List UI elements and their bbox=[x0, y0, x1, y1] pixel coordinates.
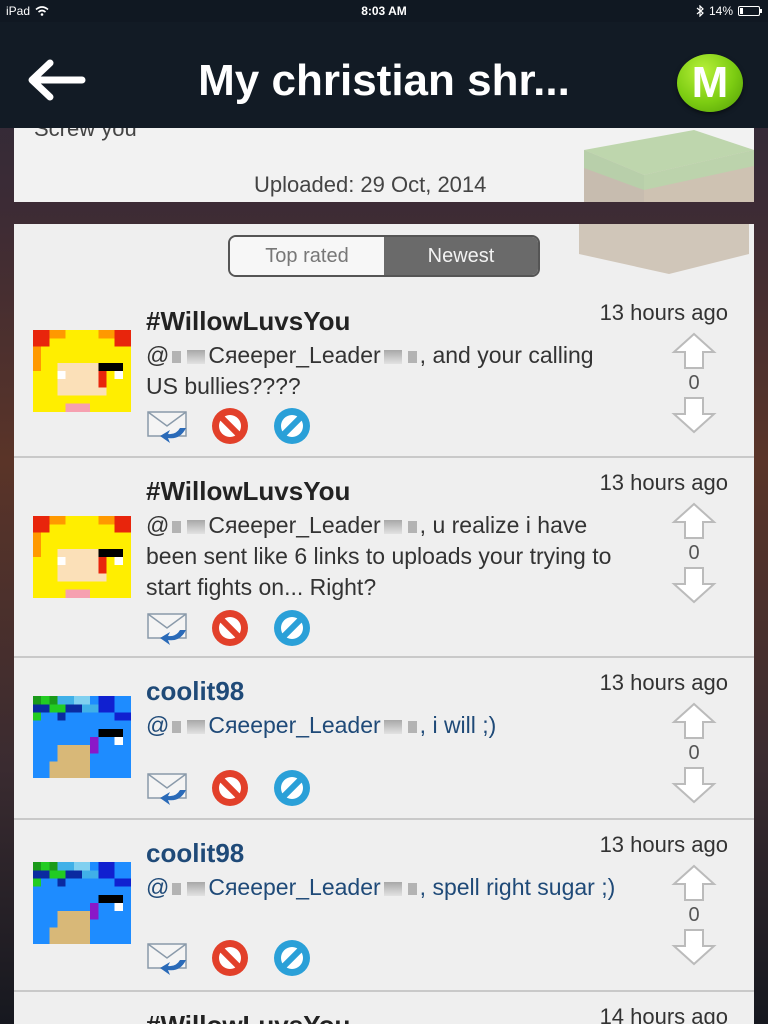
block-icon[interactable] bbox=[208, 768, 252, 808]
reply-envelope-icon[interactable] bbox=[146, 608, 190, 648]
nav-bar: My christian shr... M bbox=[0, 22, 768, 128]
decorative-symbol bbox=[383, 719, 402, 734]
back-arrow-icon bbox=[28, 59, 86, 101]
comment-actions bbox=[146, 406, 314, 446]
block-icon[interactable] bbox=[208, 938, 252, 978]
decorative-symbol bbox=[383, 881, 402, 896]
avatar[interactable] bbox=[33, 860, 131, 946]
comment-time: 13 hours ago bbox=[599, 670, 728, 695]
upload-description: Screw you bbox=[34, 128, 137, 141]
decorative-symbol bbox=[172, 882, 182, 895]
comment-time: 13 hours ago bbox=[599, 832, 728, 857]
downvote-arrow-icon[interactable] bbox=[670, 566, 718, 604]
report-icon[interactable] bbox=[270, 406, 314, 446]
comment-username[interactable]: #WillowLuvsYou bbox=[146, 476, 350, 507]
downvote-arrow-icon[interactable] bbox=[670, 766, 718, 804]
decorative-symbol bbox=[407, 520, 417, 533]
grass-block-image bbox=[584, 130, 754, 202]
comment-actions bbox=[146, 608, 314, 648]
battery-percent: 14% bbox=[708, 4, 733, 18]
decorative-symbol bbox=[187, 881, 206, 896]
comment-time: 13 hours ago bbox=[599, 470, 728, 495]
comment-item: coolit98 13 hours ago @ Cяeeper_Leader, s… bbox=[14, 820, 754, 992]
reply-envelope-icon[interactable] bbox=[146, 938, 190, 978]
status-bar: iPad 8:03 AM 14% bbox=[0, 0, 768, 22]
report-icon[interactable] bbox=[270, 768, 314, 808]
decorative-symbol bbox=[407, 882, 417, 895]
comment-item: #WillowLuvsYou 13 hours ago @ Cяeeper_Lea… bbox=[14, 458, 754, 658]
comment-actions bbox=[146, 768, 314, 808]
mention-name[interactable]: Cяeeper_Leader bbox=[208, 874, 380, 900]
upload-info-card: Screw you Uploaded: 29 Oct, 2014 bbox=[14, 128, 754, 202]
comment-item: #WillowLuvsYou 14 hours ago bbox=[14, 992, 754, 1024]
comment-text: @ Cяeeper_Leader, u realize i have been s… bbox=[146, 512, 612, 600]
comment-text: @ Cяeeper_Leader, i will ;) bbox=[146, 712, 497, 738]
comment-message: , spell right sugar ;) bbox=[419, 874, 616, 900]
comment-username[interactable]: coolit98 bbox=[146, 838, 244, 869]
avatar[interactable] bbox=[33, 694, 131, 780]
mention-name[interactable]: Cяeeper_Leader bbox=[208, 512, 380, 538]
comment-time: 13 hours ago bbox=[599, 300, 728, 325]
decorative-symbol bbox=[407, 350, 417, 363]
tab-top-rated[interactable]: Top rated bbox=[230, 237, 384, 275]
reply-envelope-icon[interactable] bbox=[146, 406, 190, 446]
avatar[interactable] bbox=[33, 328, 131, 414]
downvote-arrow-icon[interactable] bbox=[670, 928, 718, 966]
decorative-symbol bbox=[187, 719, 206, 734]
bluetooth-icon bbox=[696, 5, 704, 17]
tab-newest[interactable]: Newest bbox=[384, 237, 538, 275]
report-icon[interactable] bbox=[270, 938, 314, 978]
reply-envelope-icon[interactable] bbox=[146, 768, 190, 808]
comments-panel: Top rated Newest #WillowLuvsYou 13 hours… bbox=[14, 224, 754, 1024]
upvote-arrow-icon[interactable] bbox=[670, 502, 718, 540]
comment-username[interactable]: coolit98 bbox=[146, 676, 244, 707]
decorative-symbol bbox=[407, 720, 417, 733]
downvote-arrow-icon[interactable] bbox=[670, 396, 718, 434]
vote-count: 0 bbox=[688, 742, 700, 764]
comment-time: 14 hours ago bbox=[599, 1004, 728, 1024]
grass-block-shadow-image bbox=[579, 224, 749, 274]
comment-message: , i will ;) bbox=[419, 712, 497, 738]
decorative-symbol bbox=[172, 350, 182, 363]
comment-username[interactable]: #WillowLuvsYou bbox=[146, 306, 350, 337]
vote-count: 0 bbox=[688, 542, 700, 564]
comment-item: coolit98 13 hours ago @ Cяeeper_Leader, i… bbox=[14, 658, 754, 820]
vote-count: 0 bbox=[688, 372, 700, 394]
comment-item: #WillowLuvsYou 13 hours ago @ Cяeeper_Lea… bbox=[14, 288, 754, 458]
upvote-arrow-icon[interactable] bbox=[670, 864, 718, 902]
comment-actions bbox=[146, 938, 314, 978]
decorative-symbol bbox=[172, 520, 182, 533]
decorative-symbol bbox=[187, 519, 206, 534]
report-icon[interactable] bbox=[270, 608, 314, 648]
sort-segmented-control: Top rated Newest bbox=[228, 235, 540, 277]
decorative-symbol bbox=[187, 349, 206, 364]
comment-username[interactable]: #WillowLuvsYou bbox=[146, 1010, 350, 1024]
avatar[interactable] bbox=[33, 514, 131, 600]
mention-name[interactable]: Cяeeper_Leader bbox=[208, 712, 380, 738]
upvote-arrow-icon[interactable] bbox=[670, 702, 718, 740]
vote-control: 0 bbox=[670, 332, 718, 434]
upload-date: Uploaded: 29 Oct, 2014 bbox=[254, 172, 487, 197]
upvote-arrow-icon[interactable] bbox=[670, 332, 718, 370]
status-time: 8:03 AM bbox=[361, 4, 407, 18]
vote-count: 0 bbox=[688, 904, 700, 926]
vote-control: 0 bbox=[670, 864, 718, 966]
decorative-symbol bbox=[172, 720, 182, 733]
mention-name[interactable]: Cяeeper_Leader bbox=[208, 342, 380, 368]
page-title: My christian shr... bbox=[198, 56, 570, 105]
comment-text: @ Cяeeper_Leader, and your calling US bul… bbox=[146, 342, 594, 399]
battery-icon bbox=[738, 6, 762, 16]
app-logo-button[interactable]: M bbox=[677, 54, 743, 112]
comment-text: @ Cяeeper_Leader, spell right sugar ;) bbox=[146, 874, 616, 900]
block-icon[interactable] bbox=[208, 406, 252, 446]
decorative-symbol bbox=[383, 349, 402, 364]
back-button[interactable] bbox=[26, 58, 86, 102]
vote-control: 0 bbox=[670, 502, 718, 604]
vote-control: 0 bbox=[670, 702, 718, 804]
decorative-symbol bbox=[383, 519, 402, 534]
block-icon[interactable] bbox=[208, 608, 252, 648]
